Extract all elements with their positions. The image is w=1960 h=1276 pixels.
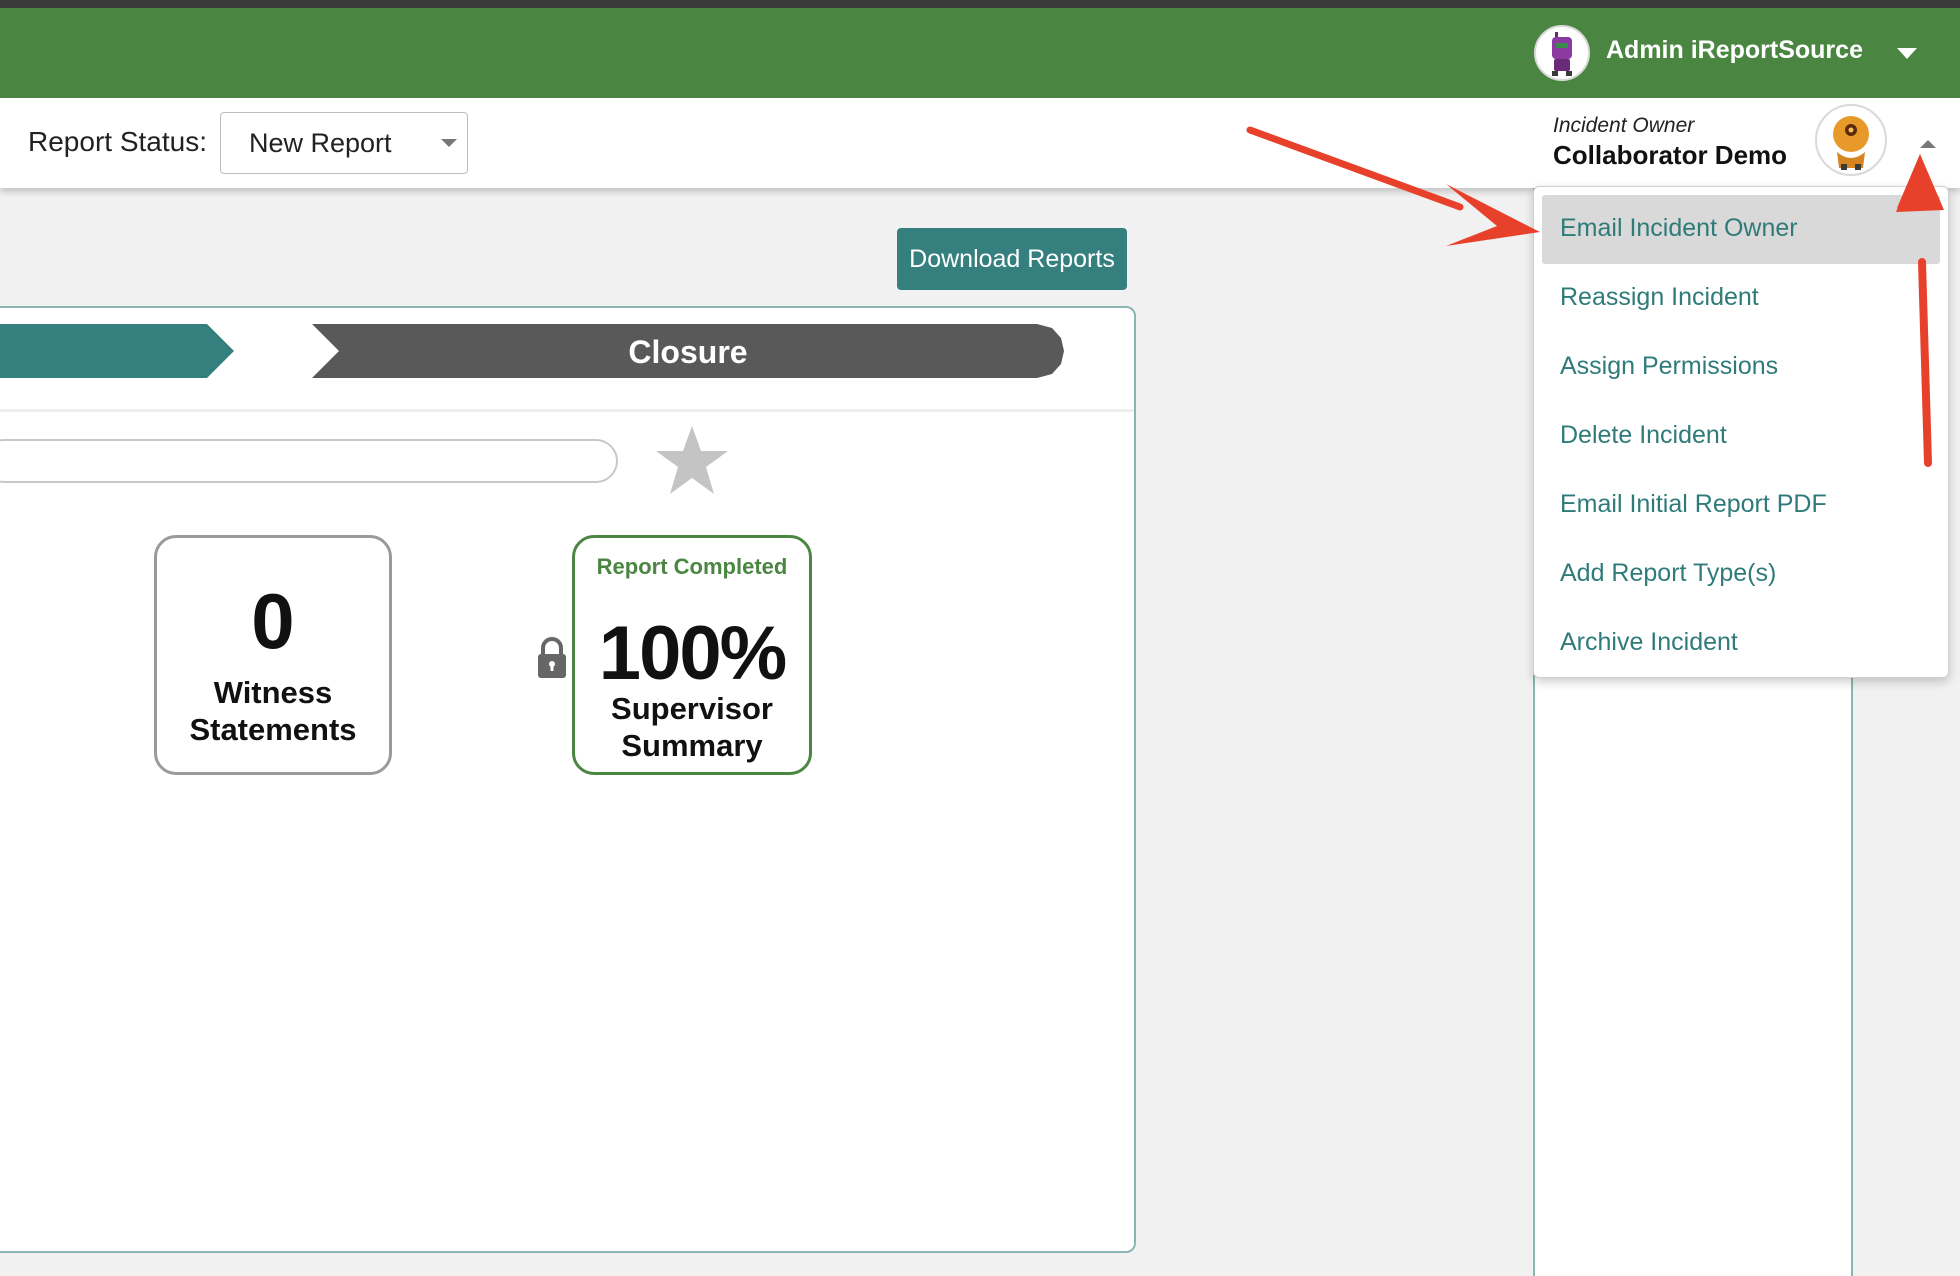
menu-item-reassign-incident[interactable]: Reassign Incident	[1542, 264, 1940, 333]
step-closure[interactable]: Closure	[312, 324, 1064, 378]
robot-avatar-icon	[1552, 32, 1572, 76]
caret-down-icon[interactable]	[1897, 48, 1917, 59]
summary-label-line1: Supervisor	[611, 691, 773, 726]
menu-item-email-incident-owner[interactable]: Email Incident Owner	[1542, 195, 1940, 264]
window-top-strip	[0, 0, 1960, 8]
step-active[interactable]	[0, 324, 234, 378]
star-icon[interactable]	[654, 424, 730, 496]
menu-item-assign-permissions[interactable]: Assign Permissions	[1542, 333, 1940, 402]
incident-owner-name: Collaborator Demo	[1553, 140, 1788, 170]
menu-item-archive-incident[interactable]: Archive Incident	[1542, 609, 1940, 678]
summary-label: Supervisor Summary	[575, 690, 809, 764]
report-status-select[interactable]: New Report	[220, 112, 468, 174]
progress-track	[0, 439, 618, 483]
witness-label: Witness Statements	[157, 674, 389, 748]
witness-label-line1: Witness	[213, 675, 333, 710]
lock-icon	[532, 634, 572, 682]
witness-statements-card[interactable]: 0 Witness Statements	[154, 535, 392, 775]
status-toolbar: Report Status: New Report Incident Owner…	[0, 98, 1960, 188]
download-reports-button[interactable]: Download Reports	[897, 228, 1127, 290]
menu-item-add-report-types[interactable]: Add Report Type(s)	[1542, 540, 1940, 609]
user-name[interactable]: Admin iReportSource	[1606, 36, 1863, 65]
summary-status: Report Completed	[596, 554, 788, 579]
panel-divider	[0, 409, 1134, 412]
caret-up-icon[interactable]	[1920, 140, 1936, 148]
chevron-down-icon	[441, 139, 457, 147]
supervisor-summary-card[interactable]: Report Completed 100% Supervisor Summary	[572, 535, 812, 775]
summary-label-line2: Summary	[621, 728, 763, 763]
menu-item-delete-incident[interactable]: Delete Incident	[1542, 402, 1940, 471]
report-status-label: Report Status:	[28, 126, 207, 157]
user-avatar[interactable]	[1534, 25, 1590, 81]
witness-label-line2: Statements	[189, 712, 357, 747]
robot-avatar-icon	[1833, 116, 1869, 170]
witness-count: 0	[251, 577, 295, 665]
incident-panel: Closure 0 Witness Statements Report Comp…	[0, 306, 1136, 1253]
incident-owner-role: Incident Owner	[1553, 114, 1695, 137]
summary-percent: 100%	[598, 611, 787, 696]
incident-owner-menu: Email Incident Owner Reassign Incident A…	[1533, 186, 1949, 678]
menu-item-email-initial-report-pdf[interactable]: Email Initial Report PDF	[1542, 471, 1940, 540]
owner-avatar[interactable]	[1815, 104, 1887, 176]
report-status-value: New Report	[249, 128, 392, 158]
step-closure-label: Closure	[628, 334, 748, 370]
app-header: Admin iReportSource	[0, 8, 1960, 98]
